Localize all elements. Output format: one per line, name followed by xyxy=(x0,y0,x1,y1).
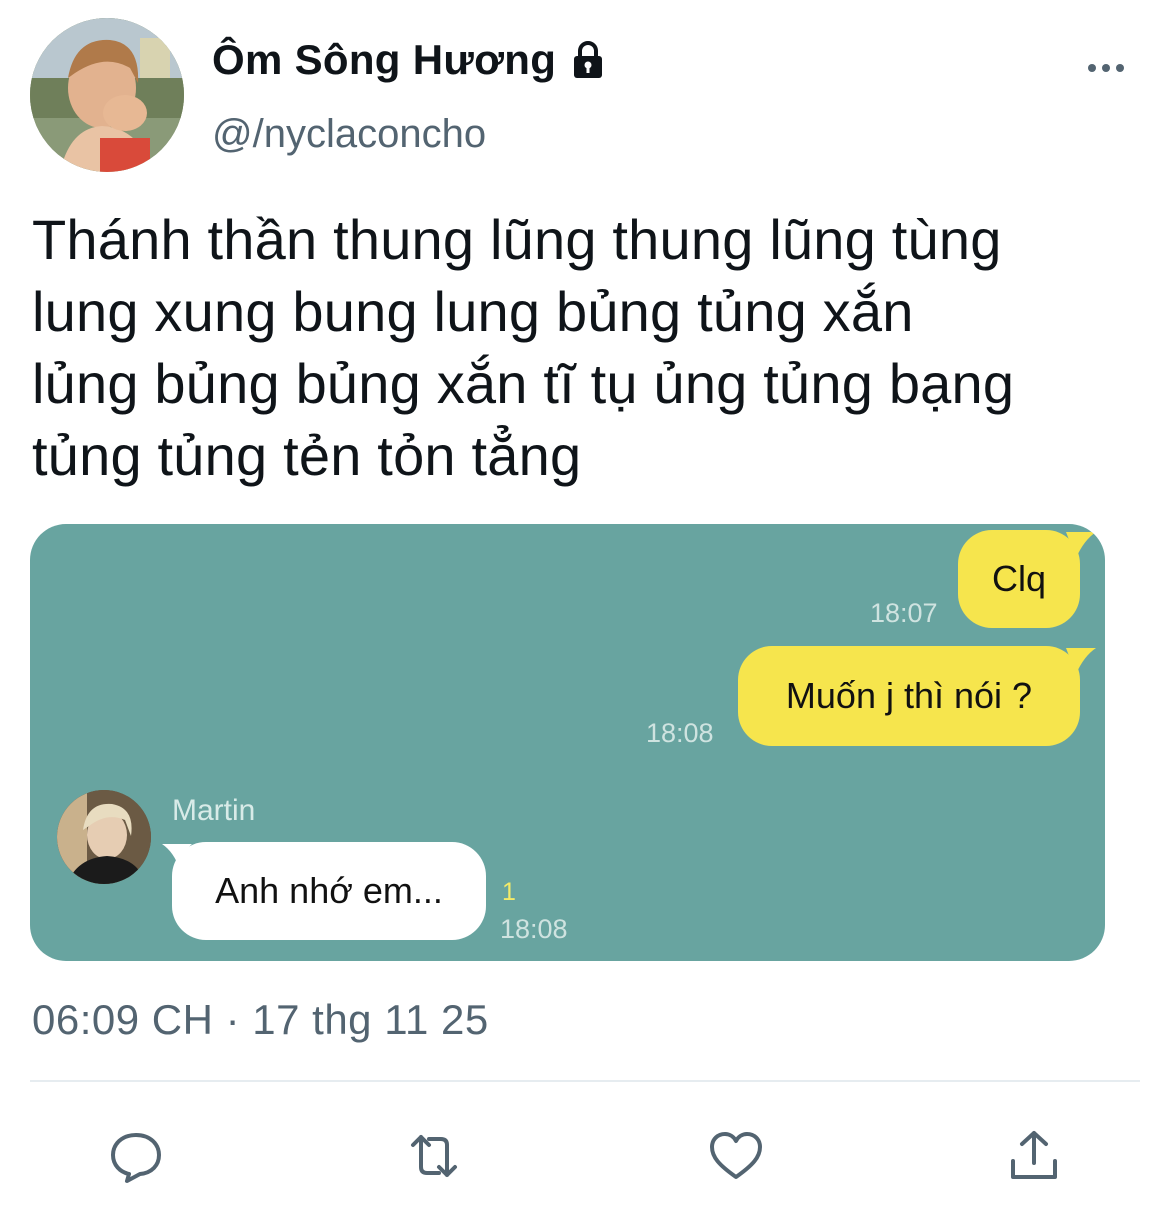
tweet-text-line: tủng tủng tẻn tỏn tẳng xyxy=(32,424,582,487)
sender-avatar xyxy=(57,790,151,884)
tweet-text-line: Thánh thần thung lũng thung lũng tùng xyxy=(32,208,1002,271)
user-handle[interactable]: @/nyclaconcho xyxy=(212,112,486,157)
share-button[interactable] xyxy=(1002,1126,1066,1186)
divider xyxy=(30,1080,1140,1082)
chat-message-text: Anh nhớ em... xyxy=(215,870,443,911)
chat-bubble-outgoing: Muốn j thì nói ? xyxy=(738,646,1080,746)
chat-bubble-outgoing: Clq xyxy=(958,530,1080,628)
bubble-tail xyxy=(162,844,192,870)
heart-icon xyxy=(710,1132,762,1179)
display-name[interactable]: Ôm Sông Hương xyxy=(212,36,556,84)
more-icon[interactable] xyxy=(1086,58,1126,78)
chat-message-text: Muốn j thì nói ? xyxy=(785,675,1033,716)
tweet-text-line: lung xung bung lung bủng tủng xắn xyxy=(32,280,914,343)
retweet-icon xyxy=(411,1135,457,1177)
lock-icon xyxy=(566,38,610,82)
chat-message-time: 18:08 xyxy=(500,914,568,944)
reply-icon xyxy=(111,1133,161,1183)
retweet-button[interactable] xyxy=(402,1126,466,1186)
bubble-tail xyxy=(1066,648,1096,674)
like-button[interactable] xyxy=(704,1126,768,1186)
chat-message-time: 18:08 xyxy=(646,718,714,748)
chat-bubble-incoming: Anh nhớ em... xyxy=(172,842,486,940)
tweet-text: Thánh thần thung lũng thung lũng tùng lu… xyxy=(32,204,1157,492)
tweet-timestamp[interactable]: 06:09 CH · 17 thg 11 25 xyxy=(32,996,489,1044)
bubble-tail xyxy=(1066,532,1096,558)
share-icon xyxy=(1011,1131,1057,1179)
profile-avatar[interactable] xyxy=(30,18,184,172)
chat-message-text: Clq xyxy=(991,558,1047,599)
chat-sender-name: Martin xyxy=(172,794,256,827)
tweet-media-image[interactable]: Clq 18:07 Muốn j thì nói ? 18:08 Martin … xyxy=(30,524,1105,961)
tweet-text-line: lủng bủng bủng xắn tĩ tụ ủng tủng bạng xyxy=(32,352,1015,415)
reply-button[interactable] xyxy=(104,1126,168,1186)
chat-unread-count: 1 xyxy=(502,878,516,906)
chat-message-time: 18:07 xyxy=(870,598,938,628)
